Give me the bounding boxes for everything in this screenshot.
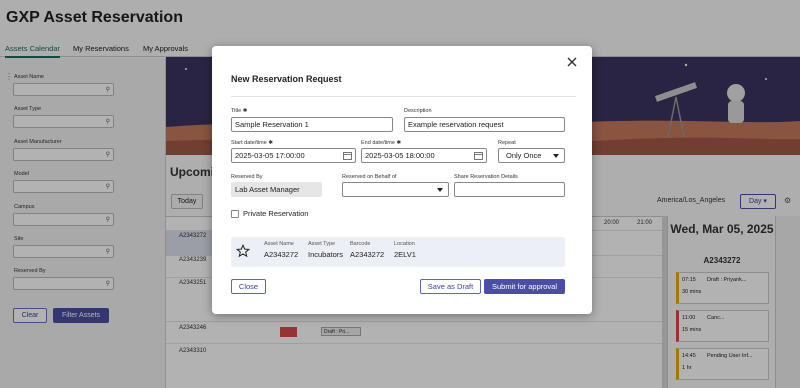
chevron-down-icon	[553, 154, 559, 158]
dialog-title: New Reservation Request	[231, 74, 342, 84]
selected-asset-card: Asset Name A2343272 Asset Type Incubator…	[231, 237, 565, 267]
end-datetime-value: 2025-03-05 18:00:00	[365, 151, 435, 160]
barcode-column: Barcode A2343272	[350, 241, 384, 259]
required-mark: ✱	[242, 108, 248, 114]
end-datetime-input[interactable]: 2025-03-05 18:00:00	[361, 148, 487, 163]
title-label-text: Title	[231, 108, 242, 114]
asset-type-column: Asset Type Incubators	[308, 241, 343, 259]
asset-card-value: A2343272	[264, 250, 299, 259]
close-icon[interactable]	[564, 54, 580, 70]
private-reservation-checkbox[interactable]	[231, 210, 239, 218]
title-input[interactable]: Sample Reservation 1	[231, 117, 393, 132]
on-behalf-label: Reserved on Behalf of	[342, 174, 397, 180]
chevron-down-icon	[437, 188, 443, 192]
title-divider	[231, 96, 576, 97]
calendar-icon[interactable]	[474, 151, 483, 160]
on-behalf-select[interactable]	[342, 182, 449, 197]
asset-card-value: A2343272	[350, 250, 385, 259]
location-column: Location 2ELV1	[394, 241, 416, 259]
required-mark: ✱	[396, 140, 402, 146]
repeat-field-label: Repeat	[498, 140, 516, 146]
share-input[interactable]	[454, 182, 565, 197]
submit-for-approval-button[interactable]: Submit for approval	[484, 279, 565, 294]
asset-card-header: Asset Name	[264, 241, 294, 247]
asset-card-header: Barcode	[350, 241, 371, 247]
description-field-label: Description	[404, 108, 432, 114]
start-field-label: Start date/time ✱	[231, 140, 273, 146]
reserved-by-value: Lab Asset Manager	[231, 182, 322, 197]
end-field-label: End date/time ✱	[361, 140, 401, 146]
repeat-select[interactable]: Only Once	[498, 148, 565, 163]
reserved-by-label: Reserved By	[231, 174, 263, 180]
start-datetime-input[interactable]: 2025-03-05 17:00:00	[231, 148, 356, 163]
asset-card-header: Asset Type	[308, 241, 336, 247]
share-label: Share Reservation Details	[454, 174, 518, 180]
repeat-value: Only Once	[506, 151, 542, 160]
asset-name-column: Asset Name A2343272	[264, 241, 298, 259]
new-reservation-dialog: New Reservation Request Title ✱ Sample R…	[212, 46, 592, 314]
start-datetime-value: 2025-03-05 17:00:00	[235, 151, 305, 160]
asset-card-value: Incubators	[308, 250, 344, 259]
private-reservation-label[interactable]: Private Reservation	[243, 209, 308, 218]
asset-card-value: 2ELV1	[394, 250, 416, 259]
asset-card-header: Location	[394, 241, 415, 247]
star-icon[interactable]	[236, 244, 250, 258]
close-button[interactable]: Close	[231, 279, 266, 294]
end-label-text: End date/time	[361, 140, 395, 146]
title-field-label: Title ✱	[231, 108, 247, 114]
description-input[interactable]: Example reservation request	[404, 117, 565, 132]
save-as-draft-button[interactable]: Save as Draft	[420, 279, 481, 294]
calendar-icon[interactable]	[343, 151, 352, 160]
start-label-text: Start date/time	[231, 140, 267, 146]
required-mark: ✱	[268, 140, 273, 146]
